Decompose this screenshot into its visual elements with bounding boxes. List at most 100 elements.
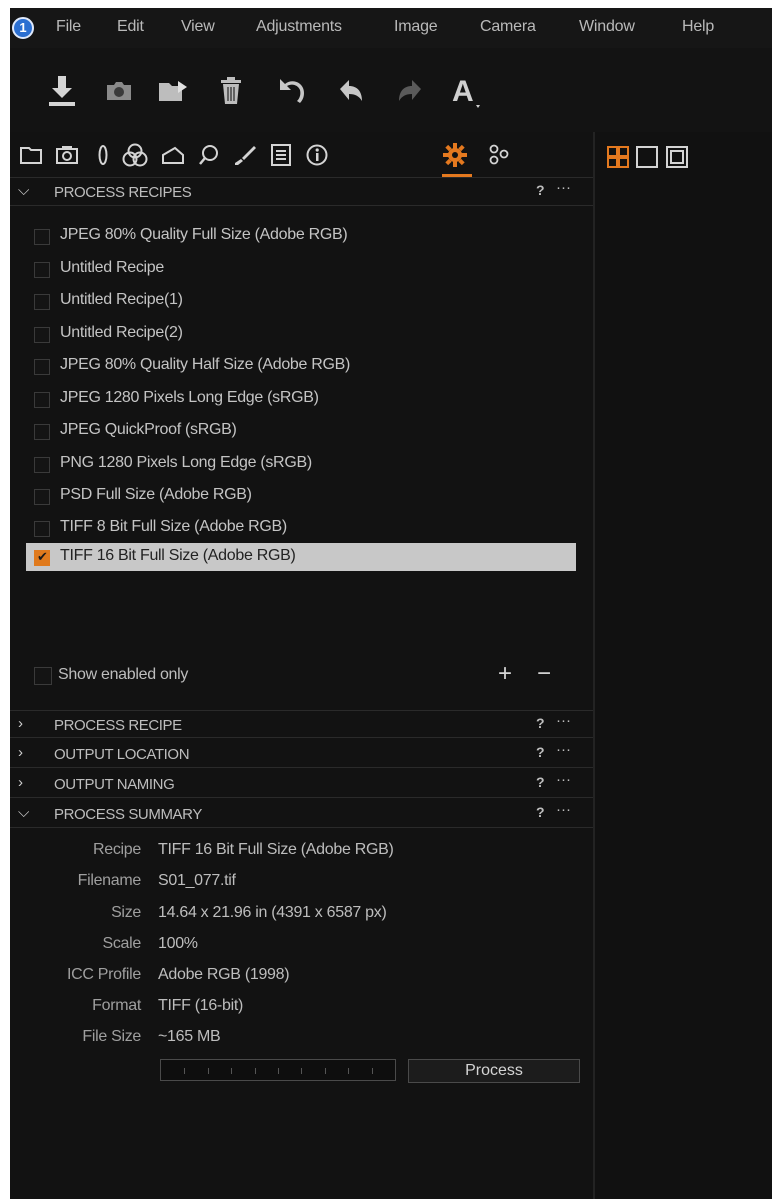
color-icon[interactable] <box>122 142 148 168</box>
chevron-right-icon: › <box>18 744 23 761</box>
progress-tick <box>301 1068 303 1074</box>
redo-icon[interactable] <box>390 70 430 112</box>
menu-file[interactable]: File <box>56 18 81 36</box>
recipe-checkbox[interactable] <box>34 424 50 440</box>
output-location-header[interactable]: › OUTPUT LOCATION ? ··· <box>10 740 593 768</box>
grid-view-icon[interactable] <box>607 146 629 168</box>
summary-file-size: File Size ~165 MB <box>10 1025 593 1051</box>
exposure-icon[interactable] <box>160 142 186 168</box>
undo-icon[interactable] <box>331 70 371 112</box>
camera-icon[interactable] <box>99 70 139 112</box>
recipe-label: TIFF 8 Bit Full Size (Adobe RGB) <box>60 518 287 535</box>
chevron-right-icon: › <box>18 774 23 791</box>
text-tool-icon[interactable]: A <box>446 70 486 112</box>
recipe-item[interactable]: JPEG 1280 Pixels Long Edge (sRGB) <box>26 385 576 413</box>
section-title: OUTPUT NAMING <box>54 776 175 793</box>
metadata-icon[interactable] <box>268 142 294 168</box>
recipe-checkbox[interactable] <box>34 457 50 473</box>
recipe-label: Untitled Recipe <box>60 259 165 276</box>
progress-tick <box>231 1068 233 1074</box>
more-options-button[interactable]: ··· <box>556 712 571 729</box>
progress-tick <box>348 1068 350 1074</box>
recipe-checkbox[interactable] <box>34 392 50 408</box>
recipe-item[interactable]: PNG 1280 Pixels Long Edge (sRGB) <box>26 450 576 478</box>
menu-image[interactable]: Image <box>394 18 438 36</box>
info-icon[interactable] <box>304 142 330 168</box>
help-button[interactable]: ? <box>536 774 545 790</box>
section-title: PROCESS SUMMARY <box>54 806 202 823</box>
more-options-button[interactable]: ··· <box>556 801 571 818</box>
recipe-label: JPEG QuickProof (sRGB) <box>60 421 237 438</box>
recipe-item[interactable]: Untitled Recipe(1) <box>26 287 576 315</box>
remove-recipe-button[interactable]: − <box>537 662 561 688</box>
output-naming-header[interactable]: › OUTPUT NAMING ? ··· <box>10 770 593 798</box>
recipe-label: JPEG 1280 Pixels Long Edge (sRGB) <box>60 389 319 406</box>
recipe-item[interactable]: JPEG QuickProof (sRGB) <box>26 417 576 445</box>
menu-adjustments[interactable]: Adjustments <box>256 18 342 36</box>
recipe-label: JPEG 80% Quality Half Size (Adobe RGB) <box>60 356 351 373</box>
process-summary-header[interactable]: ⌵ PROCESS SUMMARY ? ··· <box>10 800 593 828</box>
capture-one-window: 1 File Edit View Adjustments Image Camer… <box>10 8 772 1199</box>
import-icon[interactable] <box>42 70 82 112</box>
recipe-item[interactable]: Untitled Recipe(2) <box>26 320 576 348</box>
recipe-item[interactable]: PSD Full Size (Adobe RGB) <box>26 482 576 510</box>
recipe-item[interactable]: JPEG 80% Quality Half Size (Adobe RGB) <box>26 352 576 380</box>
folder-icon[interactable] <box>154 70 194 112</box>
process-recipes-header[interactable]: ⌵ PROCESS RECIPES ? ··· <box>10 178 593 206</box>
recipe-checkbox[interactable] <box>34 327 50 343</box>
app-logo-icon[interactable]: 1 <box>12 17 34 39</box>
svg-text:A: A <box>452 75 474 108</box>
recipe-item-selected[interactable]: TIFF 16 Bit Full Size (Adobe RGB) <box>26 543 576 571</box>
recipe-item[interactable]: Untitled Recipe <box>26 255 576 283</box>
recipe-checkbox[interactable] <box>34 489 50 505</box>
recipe-checkbox[interactable] <box>34 359 50 375</box>
help-button[interactable]: ? <box>536 182 545 198</box>
summary-value: ~165 MB <box>158 1028 221 1045</box>
summary-key: Recipe <box>92 841 141 858</box>
batch-icon[interactable] <box>486 142 512 168</box>
summary-value: 14.64 x 21.96 in (4391 x 6587 px) <box>158 904 387 921</box>
process-button[interactable]: Process <box>408 1059 580 1083</box>
undo-all-icon[interactable] <box>271 70 311 112</box>
fullscreen-view-icon[interactable] <box>666 146 688 168</box>
recipe-checkbox[interactable] <box>34 521 50 537</box>
summary-key: Format <box>92 997 141 1014</box>
adjustments-icon[interactable] <box>232 142 258 168</box>
recipe-checkbox[interactable] <box>34 262 50 278</box>
menu-camera[interactable]: Camera <box>480 18 536 36</box>
show-enabled-label: Show enabled only <box>58 666 189 683</box>
library-icon[interactable] <box>18 142 44 168</box>
menu-window[interactable]: Window <box>579 18 635 36</box>
recipe-item[interactable]: JPEG 80% Quality Full Size (Adobe RGB) <box>26 222 576 250</box>
recipe-checkbox-checked[interactable] <box>34 549 50 566</box>
capture-icon[interactable] <box>54 142 80 168</box>
lens-icon[interactable] <box>90 142 116 168</box>
recipe-item[interactable]: TIFF 8 Bit Full Size (Adobe RGB) <box>26 514 576 542</box>
more-options-button[interactable]: ··· <box>556 179 571 196</box>
help-button[interactable]: ? <box>536 715 545 731</box>
details-icon[interactable] <box>196 142 222 168</box>
recipe-checkbox[interactable] <box>34 294 50 310</box>
process-recipe-header[interactable]: › PROCESS RECIPE ? ··· <box>10 710 593 738</box>
trash-icon[interactable] <box>211 70 251 112</box>
add-recipe-button[interactable]: + <box>498 662 522 688</box>
more-options-button[interactable]: ··· <box>556 741 571 758</box>
recipe-checkbox[interactable] <box>34 229 50 245</box>
progress-tick <box>184 1068 186 1074</box>
single-view-icon[interactable] <box>636 146 658 168</box>
help-button[interactable]: ? <box>536 744 545 760</box>
summary-key: ICC Profile <box>66 966 141 983</box>
chevron-down-icon: ⌵ <box>18 804 30 821</box>
menu-help[interactable]: Help <box>682 18 714 36</box>
show-enabled-checkbox[interactable] <box>34 667 52 685</box>
more-options-button[interactable]: ··· <box>556 771 571 788</box>
summary-value: TIFF (16-bit) <box>158 997 243 1014</box>
output-icon[interactable] <box>442 142 468 168</box>
summary-icc-profile: ICC Profile Adobe RGB (1998) <box>10 963 593 989</box>
summary-value: S01_077.tif <box>158 872 236 889</box>
chevron-right-icon: › <box>18 715 23 732</box>
menu-view[interactable]: View <box>181 18 215 36</box>
menu-bar: 1 File Edit View Adjustments Image Camer… <box>10 8 772 48</box>
help-button[interactable]: ? <box>536 804 545 820</box>
menu-edit[interactable]: Edit <box>117 18 144 36</box>
